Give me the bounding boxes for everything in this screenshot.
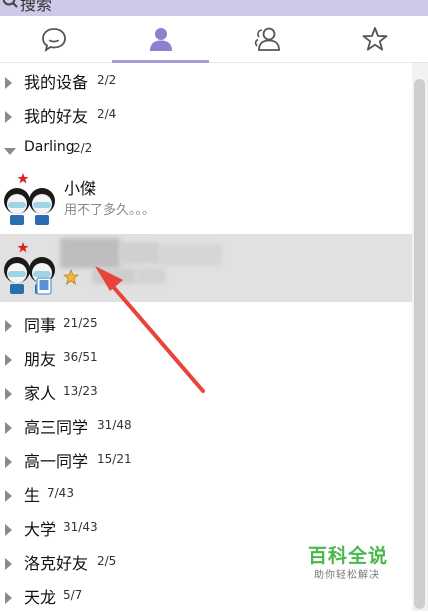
group-name: 朋友 [24, 350, 57, 369]
collapsed-arrow-icon [4, 589, 14, 608]
group-name: 我的设备 [24, 73, 89, 92]
collapsed-arrow-icon [4, 521, 14, 540]
group-name: 高三同学 [24, 418, 89, 437]
group-family[interactable]: 家人 13/23 [0, 374, 412, 408]
group-count: 2/4 [97, 107, 117, 121]
group-sheng[interactable]: 生 7/43 [0, 476, 412, 510]
group-name: 同事 [24, 316, 57, 335]
collapsed-arrow-icon [4, 487, 14, 506]
search-icon [2, 0, 18, 15]
group-name: 天龙 [24, 588, 57, 607]
contact-list[interactable]: 我的设备 2/2 我的好友 2/4 Darling 2/2 小傑 用不了多久。。… [0, 63, 412, 611]
collapsed-arrow-icon [4, 385, 14, 404]
group-count: 2/5 [97, 554, 117, 568]
collapsed-arrow-icon [4, 317, 14, 336]
search-bar[interactable]: 搜索 [0, 0, 428, 16]
group-darling[interactable]: Darling 2/2 [0, 131, 412, 165]
mobile-device-icon [36, 277, 52, 299]
watermark-title: 百科全说 [308, 545, 389, 567]
group-count: 15/21 [97, 452, 132, 466]
level-badge-icon [62, 268, 80, 289]
group-name: 高一同学 [24, 452, 89, 471]
group-count: 21/25 [63, 316, 98, 330]
main-tabs [0, 16, 428, 63]
tab-favorites[interactable] [321, 16, 428, 62]
group-name: 我的好友 [24, 107, 89, 126]
contact-item-selected[interactable] [0, 234, 412, 302]
collapsed-arrow-icon [4, 555, 14, 574]
expanded-arrow-icon [4, 142, 16, 161]
group-count: 13/23 [63, 384, 98, 398]
group-my-devices[interactable]: 我的设备 2/2 [0, 63, 412, 97]
contact-signature: 用不了多久。。。 [64, 203, 156, 218]
group-count: 2/2 [73, 141, 93, 155]
group-senior1-classmates[interactable]: 高一同学 15/21 [0, 442, 412, 476]
group-name: Darling [24, 139, 75, 155]
contact-name: 小傑 [64, 179, 97, 198]
vertical-scrollbar[interactable] [412, 63, 428, 611]
group-friends[interactable]: 朋友 36/51 [0, 340, 412, 374]
tab-groups[interactable] [214, 16, 321, 62]
group-count: 31/43 [63, 520, 98, 534]
group-senior3-classmates[interactable]: 高三同学 31/48 [0, 408, 412, 442]
group-name: 生 [24, 486, 41, 505]
group-my-friends[interactable]: 我的好友 2/4 [0, 97, 412, 131]
group-count: 5/7 [63, 588, 83, 602]
collapsed-arrow-icon [4, 419, 14, 438]
group-count: 2/2 [97, 73, 117, 87]
search-placeholder: 搜索 [20, 0, 53, 14]
scrollbar-thumb[interactable] [414, 79, 425, 609]
avatar [2, 171, 58, 227]
group-count: 36/51 [63, 350, 98, 364]
collapsed-arrow-icon [4, 108, 14, 127]
group-count: 31/48 [97, 418, 132, 432]
watermark-logo: 百科全说 助你轻松解决 [296, 535, 406, 587]
group-name: 家人 [24, 384, 57, 403]
contact-item[interactable]: 小傑 用不了多久。。。 [0, 165, 412, 233]
tab-contacts[interactable] [107, 16, 214, 63]
tab-messages[interactable] [0, 16, 107, 62]
collapsed-arrow-icon [4, 351, 14, 370]
group-coworkers[interactable]: 同事 21/25 [0, 306, 412, 340]
watermark-subtitle: 助你轻松解决 [314, 570, 380, 581]
group-name: 大学 [24, 520, 57, 539]
group-count: 7/43 [47, 486, 74, 500]
group-name: 洛克好友 [24, 554, 89, 573]
collapsed-arrow-icon [4, 453, 14, 472]
collapsed-arrow-icon [4, 74, 14, 93]
